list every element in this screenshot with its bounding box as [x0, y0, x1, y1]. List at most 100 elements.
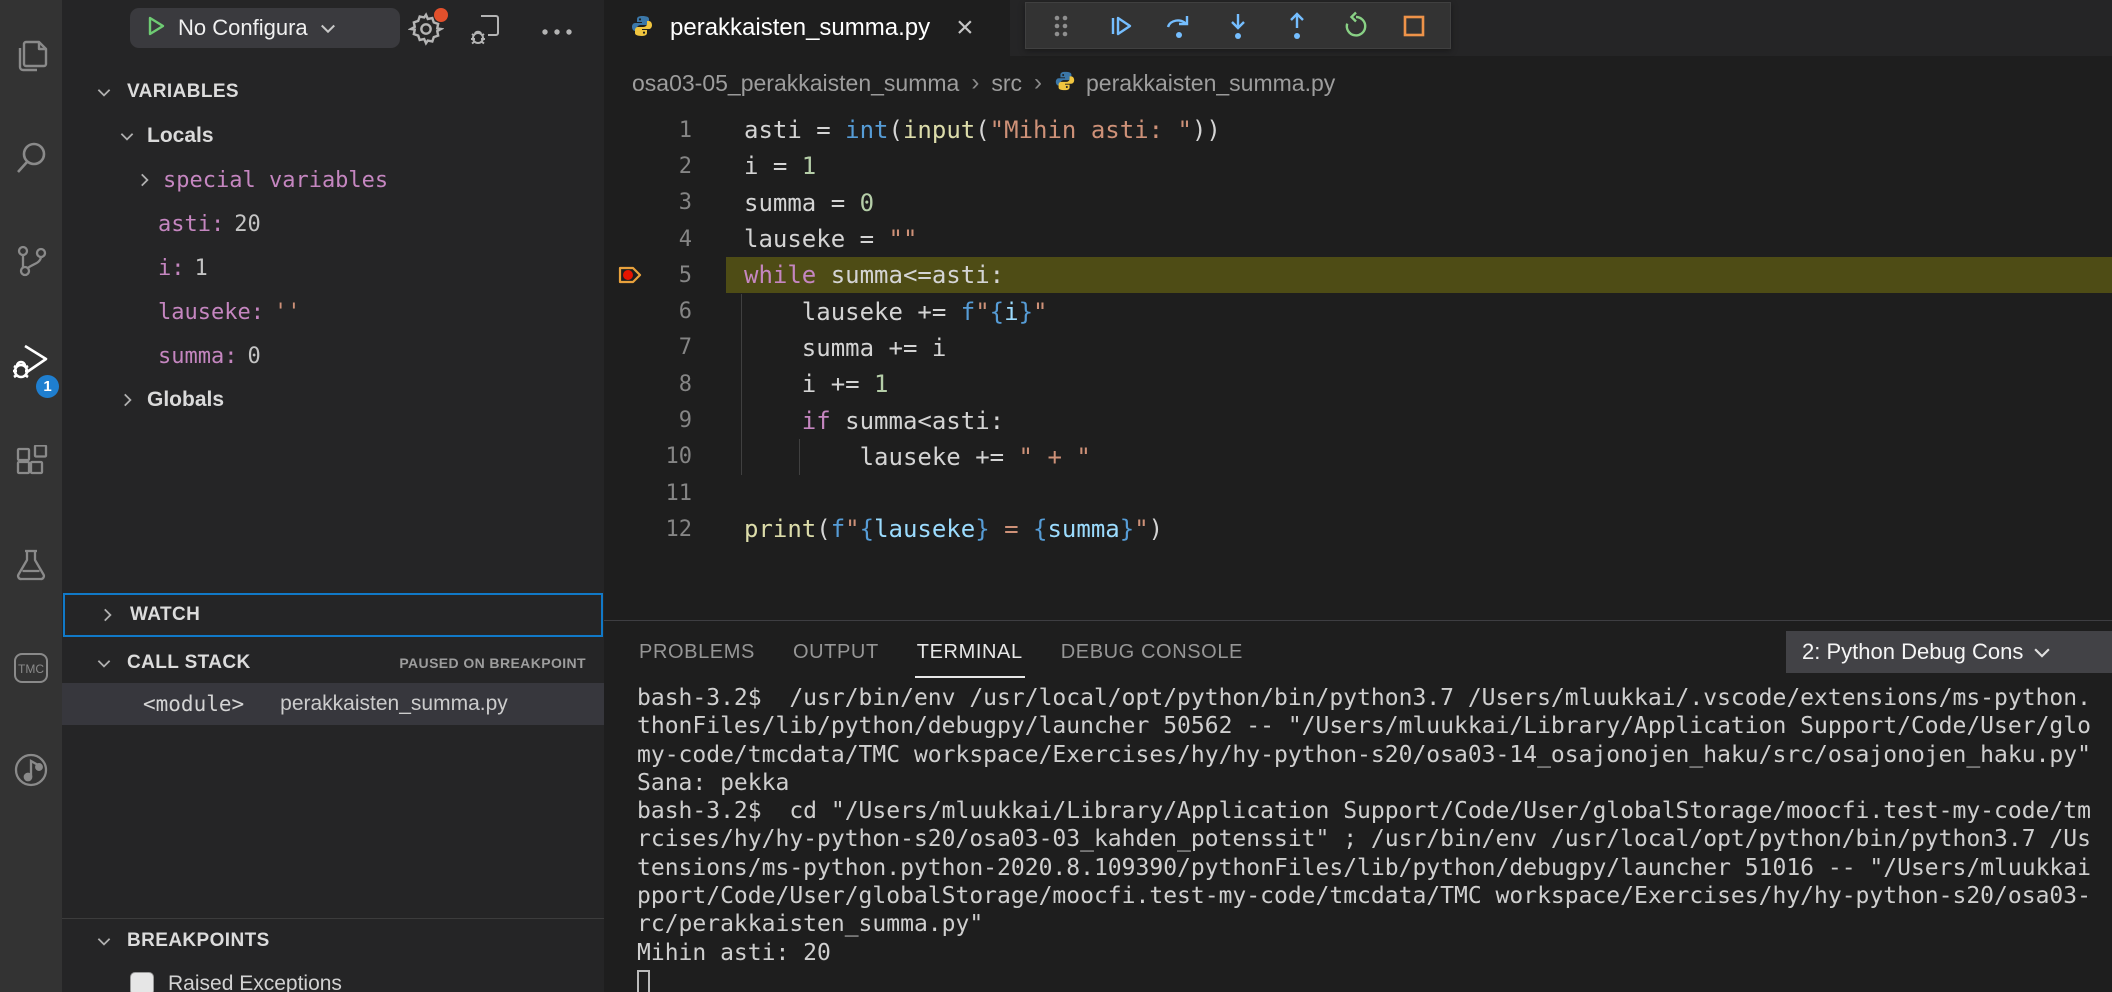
code-text: if summa<asti: [744, 407, 1004, 435]
chevron-down-icon [95, 654, 113, 672]
variable-row[interactable]: lauseke:'' [62, 290, 604, 334]
terminal-selector-dropdown[interactable]: 2: Python Debug Cons [1786, 631, 2112, 673]
launch-configuration-dropdown[interactable]: No Configura [130, 8, 400, 48]
code-line-6[interactable]: 6 lauseke += f"{i}" [604, 293, 2112, 329]
panel-tab-problems[interactable]: PROBLEMS [637, 631, 757, 678]
chevron-down-icon [95, 83, 113, 101]
code-line-2[interactable]: 2i = 1 [604, 148, 2112, 184]
code-line-3[interactable]: 3summa = 0 [604, 185, 2112, 221]
breakpoint-gutter[interactable] [604, 330, 656, 366]
terminal-output[interactable]: bash-3.2$ /usr/bin/env /usr/local/opt/py… [637, 685, 2112, 992]
breakpoint-hit-icon[interactable] [604, 257, 656, 293]
panel-tab-output[interactable]: OUTPUT [791, 631, 881, 678]
breakpoint-gutter[interactable] [604, 403, 656, 439]
test-beaker-icon[interactable] [0, 528, 62, 604]
checkbox-unchecked[interactable] [130, 972, 154, 992]
code-line-8[interactable]: 8 i += 1 [604, 366, 2112, 402]
run-debug-icon[interactable]: 1 [0, 324, 62, 400]
line-number: 11 [656, 481, 692, 506]
continue-icon[interactable] [1098, 6, 1142, 46]
tab-perakkaisten-summa[interactable]: perakkaisten_summa.py × [604, 0, 1010, 56]
code-line-9[interactable]: 9 if summa<asti: [604, 402, 2112, 438]
variable-name: special variables [163, 168, 388, 193]
variable-value: '' [274, 300, 301, 325]
code-line-1[interactable]: 1asti = int(input("Mihin asti: ")) [604, 112, 2112, 148]
step-into-icon[interactable] [1216, 6, 1260, 46]
terminal-line: Mihin asti: 20 [637, 940, 2112, 968]
variable-row[interactable]: summa:0 [62, 334, 604, 378]
line-number: 4 [656, 227, 692, 252]
call-stack-frame[interactable]: <module> perakkaisten_summa.py [62, 683, 604, 725]
code-text: while summa<=asti: [744, 261, 1004, 289]
chevron-right-icon [118, 391, 136, 409]
variable-row[interactable]: special variables [62, 158, 604, 202]
breakpoint-gutter[interactable] [604, 148, 656, 184]
code-line-11[interactable]: 11 [604, 475, 2112, 511]
variable-value: 20 [234, 212, 261, 237]
variable-value: 1 [195, 256, 208, 281]
restart-icon[interactable] [1334, 6, 1378, 46]
call-stack-section-header[interactable]: CALL STACK PAUSED ON BREAKPOINT [62, 641, 604, 685]
tmc-icon[interactable]: TMC [0, 630, 62, 706]
variables-scope-globals[interactable]: Globals [62, 378, 604, 422]
breakpoint-gutter[interactable] [604, 366, 656, 402]
search-icon[interactable] [0, 120, 62, 196]
start-debug-play-icon[interactable] [144, 14, 168, 43]
variable-row[interactable]: i:1 [62, 246, 604, 290]
breakpoint-gutter[interactable] [604, 511, 656, 547]
code-line-10[interactable]: 10 lauseke += " + " [604, 439, 2112, 475]
files-icon[interactable] [0, 18, 62, 94]
code-text: print(f"{lauseke} = {summa}") [744, 515, 1163, 543]
code-editor[interactable]: 1asti = int(input("Mihin asti: "))2i = 1… [604, 112, 2112, 548]
step-out-icon[interactable] [1275, 6, 1319, 46]
code-line-4[interactable]: 4lauseke = "" [604, 221, 2112, 257]
line-number: 10 [656, 444, 692, 469]
extensions-icon[interactable] [0, 426, 62, 502]
code-line-5[interactable]: 5while summa<=asti: [604, 257, 2112, 293]
breakpoints-section-header[interactable]: BREAKPOINTS [62, 918, 604, 962]
breadcrumb-item[interactable]: src [991, 70, 1022, 97]
more-actions-icon[interactable] [540, 24, 574, 42]
breakpoint-gutter[interactable] [604, 185, 656, 221]
variables-section-header[interactable]: VARIABLES [62, 70, 604, 114]
breadcrumb-item[interactable]: perakkaisten_summa.py [1086, 70, 1335, 97]
gear-icon[interactable] [408, 11, 444, 52]
line-number: 12 [656, 517, 692, 542]
terminal-line: bash-3.2$ /usr/bin/env /usr/local/opt/py… [637, 685, 2112, 713]
variables-scope-locals[interactable]: Locals [62, 114, 604, 158]
debug-action-toolbar [1025, 2, 1451, 49]
breakpoint-gutter[interactable] [604, 439, 656, 475]
variables-list: Locals special variables asti:20i:1lauseke… [62, 114, 604, 422]
code-line-12[interactable]: 12 print(f"{lauseke} = {summa}") [604, 511, 2112, 547]
code-text: lauseke += f"{i}" [744, 298, 1047, 326]
terminal-line: my-code/tmcdata/TMC workspace/Exercises/… [637, 742, 2112, 770]
breadcrumb-item[interactable]: osa03-05_perakkaisten_summa [632, 70, 959, 97]
stop-icon[interactable] [1392, 6, 1436, 46]
editor-tab-bar: perakkaisten_summa.py × [604, 0, 2112, 56]
panel-tab-debug-console[interactable]: DEBUG CONSOLE [1059, 631, 1245, 678]
breakpoint-gutter[interactable] [604, 221, 656, 257]
source-control-icon[interactable] [0, 222, 62, 298]
debug-sidebar: No Configura [62, 0, 604, 992]
code-text: i = 1 [744, 152, 816, 180]
variable-row[interactable]: asti:20 [62, 202, 604, 246]
terminal-line: bash-3.2$ cd "/Users/mluukkai/Library/Ap… [637, 798, 2112, 826]
debug-console-icon[interactable] [468, 11, 504, 52]
close-icon[interactable]: × [956, 13, 974, 43]
breakpoint-gutter[interactable] [604, 294, 656, 330]
chevron-down-icon [118, 127, 136, 145]
breakpoint-gutter[interactable] [604, 475, 656, 511]
watch-section-header[interactable]: WATCH [63, 593, 603, 637]
terminal-cursor [637, 970, 650, 992]
panel-tab-terminal[interactable]: TERMINAL [915, 631, 1025, 678]
deepscan-icon[interactable] [0, 732, 62, 808]
chevron-down-icon [2031, 641, 2053, 663]
vscode-window: 1 TMC [0, 0, 2112, 992]
terminal-line: tensions/ms-python.python-2020.8.109390/… [637, 855, 2112, 883]
code-line-7[interactable]: 7 summa += i [604, 330, 2112, 366]
step-over-icon[interactable] [1157, 6, 1201, 46]
terminal-line: rcises/hy/hy-python-s20/osa03-03_kahden_… [637, 826, 2112, 854]
drag-grip-icon[interactable] [1039, 6, 1083, 46]
breakpoint-gutter[interactable] [604, 112, 656, 148]
breakpoint-item-raised-exceptions[interactable]: Raised Exceptions [62, 962, 604, 992]
